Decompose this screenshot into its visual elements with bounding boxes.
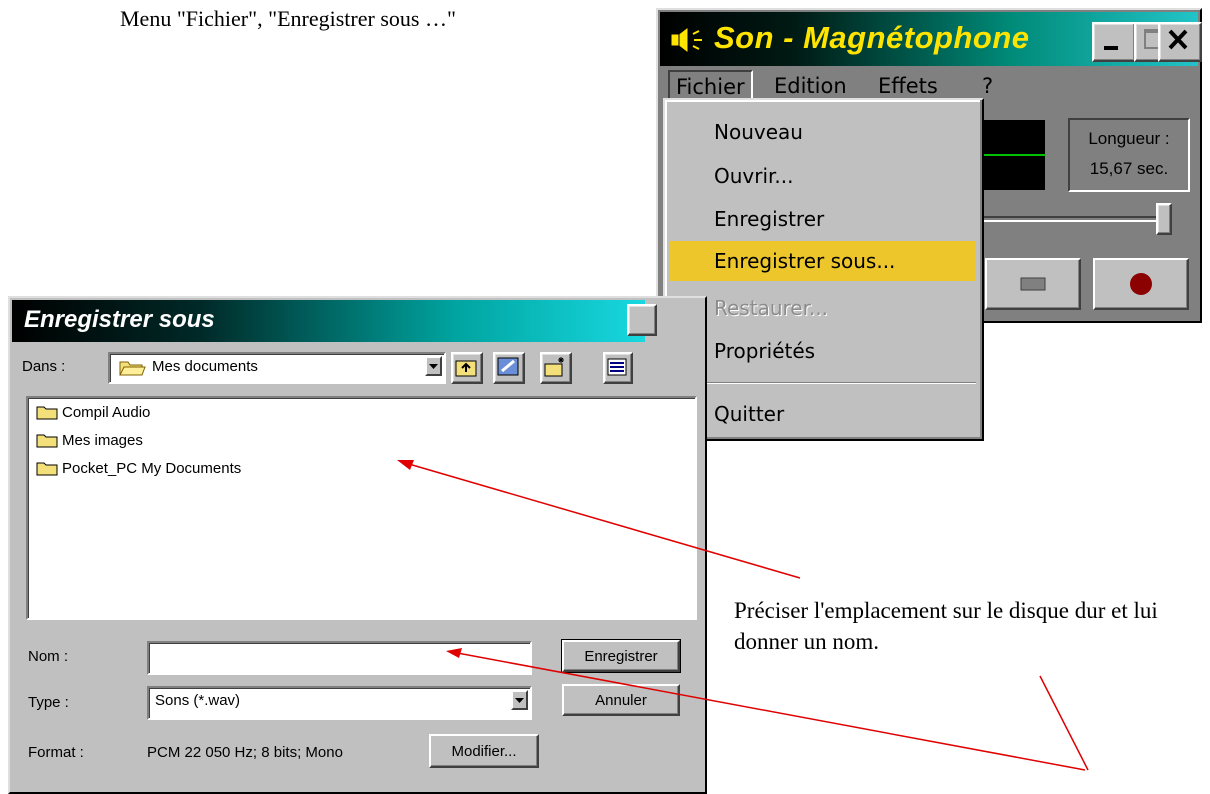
- record-icon: [1130, 273, 1152, 295]
- dialog-help-button[interactable]: [627, 304, 657, 336]
- file-menu-dropdown: Nouveau Ouvrir... Enregistrer Enregistre…: [663, 98, 984, 441]
- menu-help[interactable]: ?: [982, 74, 993, 98]
- list-item[interactable]: Pocket_PC My Documents: [34, 456, 241, 482]
- recorder-window-title: Son - Magnétophone: [714, 20, 1030, 55]
- list-item[interactable]: Compil Audio: [34, 400, 150, 426]
- chevron-down-icon: [515, 698, 524, 703]
- folder-name: Mes images: [62, 432, 143, 449]
- cancel-button[interactable]: Annuler: [562, 684, 680, 716]
- dans-value: Mes documents: [152, 358, 258, 375]
- modify-button[interactable]: Modifier...: [429, 734, 539, 768]
- dans-dropdown-arrow[interactable]: [425, 356, 442, 376]
- minimize-icon: [1104, 46, 1118, 50]
- list-view-icon: [607, 358, 627, 376]
- open-folder-icon: [119, 361, 146, 376]
- position-slider-thumb[interactable]: [1156, 203, 1172, 235]
- menu-item-proprietes[interactable]: Propriétés: [670, 331, 975, 371]
- up-one-level-button[interactable]: [451, 352, 483, 384]
- position-slider-track[interactable]: [975, 216, 1165, 222]
- waveform-display: [975, 120, 1045, 190]
- type-dropdown-arrow[interactable]: [511, 690, 528, 710]
- folder-icon: [36, 462, 58, 476]
- menu-item-enregistrer[interactable]: Enregistrer: [670, 199, 975, 239]
- menu-edition[interactable]: Edition: [774, 74, 847, 98]
- list-item[interactable]: Mes images: [34, 428, 143, 454]
- close-button[interactable]: [1158, 22, 1202, 62]
- menu-separator: [673, 382, 976, 384]
- file-type-combo[interactable]: Sons (*.wav): [147, 686, 532, 720]
- stop-button[interactable]: [985, 258, 1081, 310]
- menu-item-enregistrer-sous[interactable]: Enregistrer sous...: [670, 241, 975, 281]
- menu-item-ouvrir[interactable]: Ouvrir...: [670, 156, 975, 196]
- new-folder-button[interactable]: [540, 352, 572, 384]
- record-button[interactable]: [1093, 258, 1189, 310]
- format-value: PCM 22 050 Hz; 8 bits; Mono: [147, 744, 343, 761]
- format-label: Format :: [28, 744, 84, 761]
- file-list[interactable]: Compil Audio Mes images Pocket_PC My Doc…: [26, 396, 697, 620]
- menu-item-restaurer: Restaurer...: [714, 296, 829, 320]
- annotation-text: Préciser l'emplacement sur le disque dur…: [734, 598, 1158, 654]
- menu-item-nouveau[interactable]: Nouveau: [670, 112, 975, 152]
- length-panel: Longueur : 15,67 sec.: [1068, 118, 1190, 192]
- desktop-button[interactable]: [493, 352, 525, 384]
- desktop-icon: [497, 357, 519, 376]
- nom-label: Nom :: [28, 648, 69, 665]
- page-caption: Menu "Fichier", "Enregistrer sous …": [120, 6, 456, 31]
- menu-item-quitter[interactable]: Quitter: [670, 394, 975, 434]
- list-view-button[interactable]: [603, 352, 633, 384]
- type-label: Type :: [28, 694, 69, 711]
- folder-name: Compil Audio: [62, 404, 151, 421]
- dialog-title: Enregistrer sous: [24, 306, 215, 333]
- pointer-line: [1039, 675, 1089, 771]
- folder-icon: [36, 406, 58, 420]
- save-button[interactable]: Enregistrer: [561, 639, 681, 673]
- chevron-down-icon: [429, 364, 438, 369]
- dans-label: Dans :: [22, 358, 66, 375]
- waveform-line: [975, 154, 1045, 156]
- new-folder-icon: [544, 357, 564, 377]
- menu-effets[interactable]: Effets: [878, 74, 938, 98]
- stop-icon: [1020, 277, 1046, 291]
- up-folder-icon: [455, 360, 477, 377]
- recorder-title-bar[interactable]: Son - Magnétophone: [660, 12, 1202, 66]
- file-name-input[interactable]: [147, 641, 532, 675]
- folder-name: Pocket_PC My Documents: [62, 460, 242, 477]
- folder-icon: [36, 434, 58, 448]
- close-icon: [1168, 29, 1188, 50]
- dialog-title-bar[interactable]: Enregistrer sous: [12, 300, 645, 342]
- length-value: 15,67 sec.: [1089, 159, 1169, 178]
- minimize-button[interactable]: [1092, 22, 1136, 62]
- save-as-dialog: Enregistrer sous Dans : Mes documents Co…: [8, 296, 707, 794]
- length-label: Longueur :: [1088, 129, 1170, 148]
- speaker-icon: [670, 25, 702, 55]
- dans-combo[interactable]: Mes documents: [108, 352, 446, 384]
- type-value: Sons (*.wav): [155, 692, 241, 709]
